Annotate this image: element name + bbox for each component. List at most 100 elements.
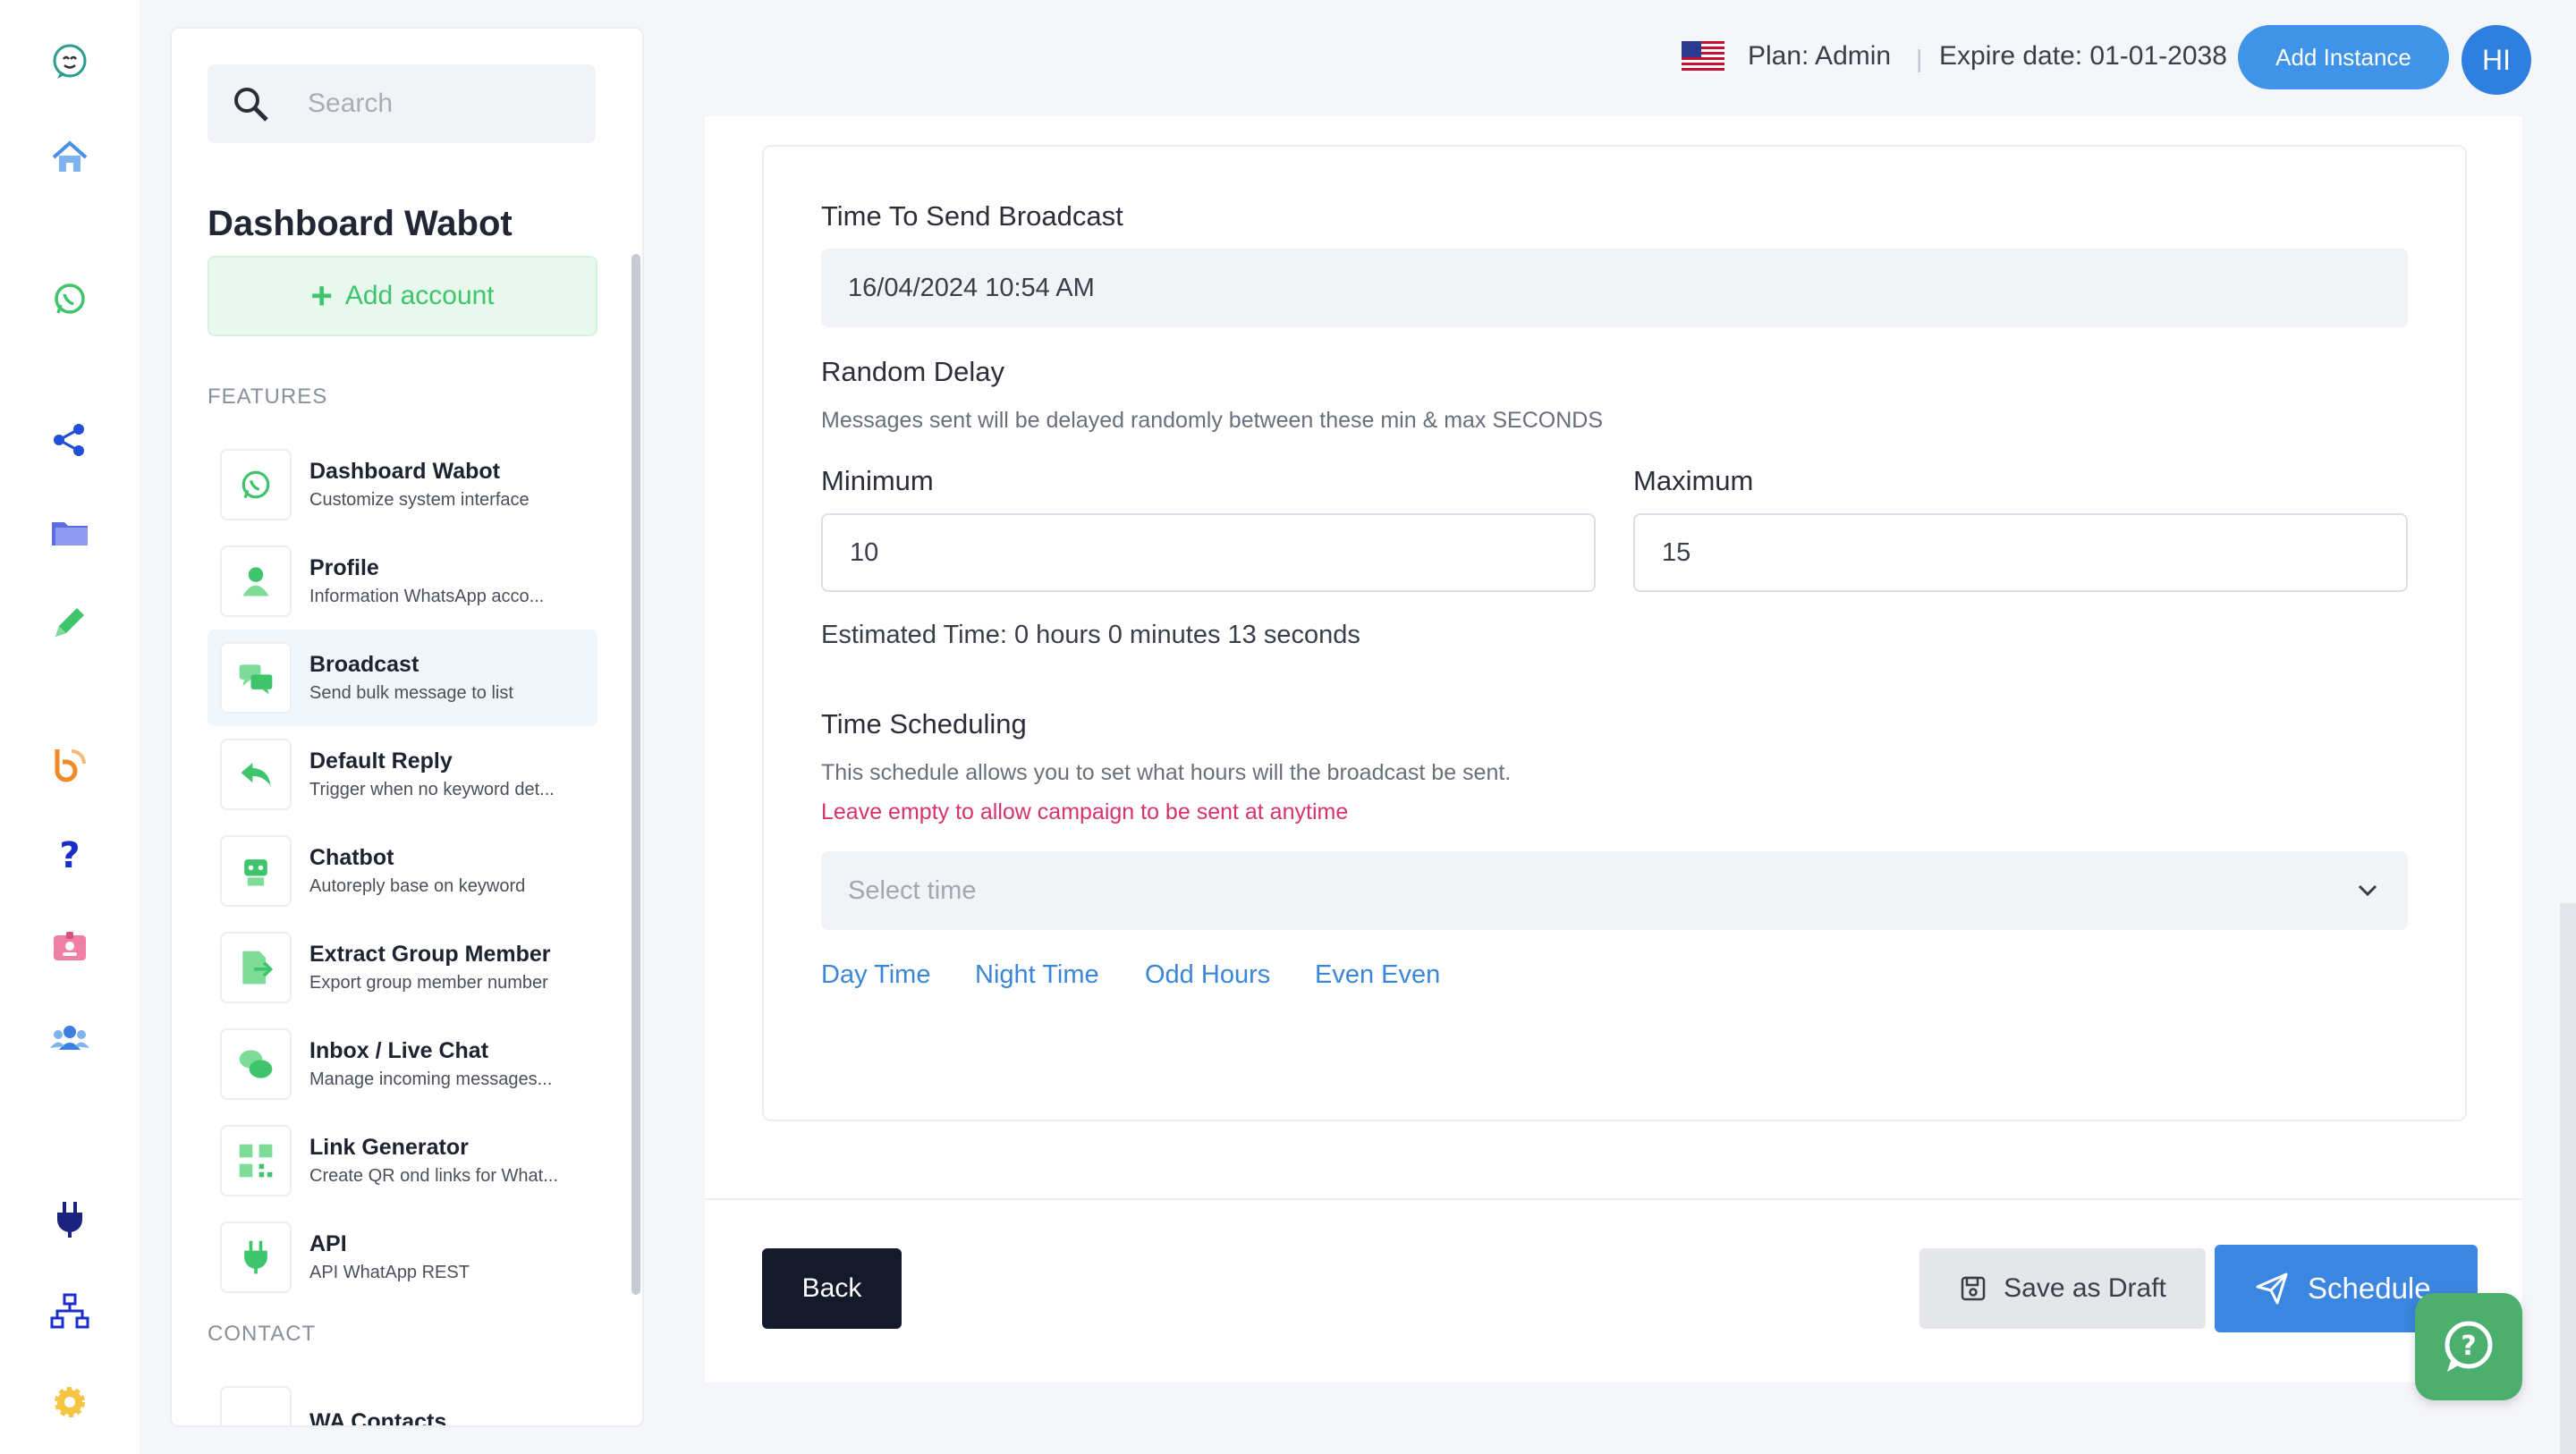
sidebar-scrollbar[interactable]: [631, 254, 640, 1295]
id-badge-icon[interactable]: [39, 916, 100, 976]
save-draft-label: Save as Draft: [2004, 1273, 2166, 1303]
time-scheduling-hint: This schedule allows you to set what hou…: [821, 760, 1512, 785]
select-time-dropdown[interactable]: Select time: [821, 851, 2408, 930]
add-instance-button[interactable]: Add Instance: [2238, 25, 2449, 89]
sidebar-item-api[interactable]: API API WhatApp REST: [208, 1209, 597, 1306]
schedule-label: Schedule: [2308, 1272, 2431, 1305]
icon-rail: ?: [0, 0, 140, 1454]
random-delay-hint: Messages sent will be delayed randomly b…: [821, 408, 1604, 433]
minimum-label: Minimum: [821, 465, 934, 496]
svg-text:?: ?: [59, 835, 80, 876]
select-time-placeholder: Select time: [848, 875, 977, 905]
estimated-time: Estimated Time: 0 hours 0 minutes 13 sec…: [821, 621, 1360, 649]
sidebar-item-subtitle: Trigger when no keyword det...: [309, 780, 555, 799]
sidebar-item-extract-group[interactable]: Extract Group Member Export group member …: [208, 919, 597, 1016]
sidebar-item-subtitle: API WhatApp REST: [309, 1263, 470, 1282]
add-account-label: Add account: [344, 281, 495, 310]
sidebar-item-title: WA Contacts: [309, 1408, 447, 1427]
sidebar-item-subtitle: Create QR ond links for What...: [309, 1166, 558, 1186]
avatar[interactable]: HI: [2462, 25, 2531, 95]
sidebar-item-subtitle: Autoreply base on keyword: [309, 876, 526, 896]
chevron-down-icon: [2358, 884, 2377, 897]
sidebar-item-title: Link Generator: [309, 1135, 469, 1160]
search-box[interactable]: [208, 64, 596, 143]
sidebar-item-title: Extract Group Member: [309, 942, 551, 967]
sidebar-item-title: Profile: [309, 555, 379, 580]
sidebar-item-chatbot[interactable]: Chatbot Autoreply base on keyword: [208, 823, 597, 919]
quick-odd-hours[interactable]: Odd Hours: [1145, 960, 1270, 990]
sidebar-item-wa-contacts[interactable]: WA Contacts: [220, 1386, 447, 1427]
time-scheduling-label: Time Scheduling: [821, 708, 1027, 740]
folder-icon[interactable]: [39, 501, 100, 562]
contacts-icon: [220, 1386, 292, 1425]
sidebar-item-subtitle: Send bulk message to list: [309, 683, 513, 703]
time-scheduling-warning: Leave empty to allow campaign to be sent…: [821, 799, 1349, 824]
sidebar-item-title: Broadcast: [309, 652, 419, 677]
us-flag-icon[interactable]: [1682, 41, 1724, 73]
minimum-input[interactable]: 10: [821, 513, 1596, 592]
share-nodes-icon[interactable]: [39, 410, 100, 470]
sidebar-title: Dashboard Wabot: [208, 204, 513, 243]
back-button[interactable]: Back: [762, 1248, 902, 1329]
logo-icon[interactable]: [39, 32, 100, 93]
plus-icon: +: [310, 275, 333, 317]
search-icon: [234, 88, 268, 122]
topbar-divider: |: [1916, 45, 1923, 72]
add-account-button[interactable]: + Add account: [208, 256, 597, 336]
sidebar-item-title: Chatbot: [309, 845, 394, 870]
sidebar-item-subtitle: Export group member number: [309, 973, 548, 993]
blog-icon[interactable]: [39, 733, 100, 794]
maximum-label: Maximum: [1633, 465, 1754, 496]
home-icon[interactable]: [39, 127, 100, 188]
time-to-send-input[interactable]: 16/04/2024 10:54 AM: [821, 249, 2408, 327]
comments-icon: [220, 1028, 292, 1100]
quick-even-even[interactable]: Even Even: [1315, 960, 1440, 990]
gear-icon[interactable]: [39, 1372, 100, 1433]
random-delay-label: Random Delay: [821, 356, 1005, 387]
plug-icon[interactable]: [39, 1189, 100, 1250]
sidebar-item-dashboard[interactable]: Dashboard Wabot Customize system interfac…: [208, 436, 597, 533]
sidebar-item-title: Default Reply: [309, 748, 453, 773]
features-section-label: FEATURES: [208, 385, 328, 409]
help-chat-icon: ?: [2445, 1321, 2493, 1372]
sidebar-item-link-generator[interactable]: Link Generator Create QR ond links for Wh…: [208, 1112, 597, 1209]
page-scrollbar[interactable]: [2560, 903, 2576, 1454]
expire-date: Expire date: 01-01-2038: [1939, 41, 2227, 71]
users-icon[interactable]: [39, 1007, 100, 1068]
sidebar-item-title: Dashboard Wabot: [309, 459, 500, 484]
sidebar-item-subtitle: Manage incoming messages...: [309, 1069, 553, 1089]
whatsapp-icon[interactable]: [39, 268, 100, 329]
sidebar-item-subtitle: Customize system interface: [309, 490, 530, 510]
sidebar-item-subtitle: Information WhatsApp acco...: [309, 587, 545, 606]
sidebar-item-broadcast[interactable]: Broadcast Send bulk message to list: [208, 630, 597, 726]
sidebar-item-inbox[interactable]: Inbox / Live Chat Manage incoming message…: [208, 1016, 597, 1112]
user-icon: [220, 545, 292, 617]
svg-text:?: ?: [2461, 1331, 2476, 1362]
question-icon[interactable]: ?: [39, 824, 100, 885]
plug-icon: [220, 1222, 292, 1293]
quick-night-time[interactable]: Night Time: [975, 960, 1099, 990]
time-to-send-label: Time To Send Broadcast: [821, 200, 1123, 232]
export-file-icon: [220, 932, 292, 1003]
network-icon[interactable]: [39, 1281, 100, 1341]
feature-list: Dashboard Wabot Customize system interfac…: [208, 436, 597, 1306]
save-draft-button[interactable]: Save as Draft: [1919, 1248, 2206, 1329]
sidebar-item-title: API: [309, 1231, 347, 1256]
sidebar-item-title: Inbox / Live Chat: [309, 1038, 489, 1063]
search-input[interactable]: [308, 89, 576, 119]
reply-icon: [220, 739, 292, 810]
floppy-disk-icon: [1961, 1276, 1986, 1301]
whatsapp-icon: [220, 449, 292, 520]
qr-code-icon: [220, 1125, 292, 1196]
edit-pencil-icon[interactable]: [39, 592, 100, 653]
feature-sidebar: Dashboard Wabot + Add account FEATURES D…: [170, 27, 644, 1427]
contact-section-label: CONTACT: [208, 1322, 317, 1346]
maximum-input[interactable]: 15: [1633, 513, 2408, 592]
paper-plane-icon: [2256, 1272, 2288, 1305]
sidebar-item-default-reply[interactable]: Default Reply Trigger when no keyword det…: [208, 726, 597, 823]
sidebar-item-profile[interactable]: Profile Information WhatsApp acco...: [208, 533, 597, 630]
chat-bubbles-icon: [220, 642, 292, 714]
quick-day-time[interactable]: Day Time: [821, 960, 930, 990]
robot-icon: [220, 835, 292, 907]
help-chat-button[interactable]: ?: [2415, 1293, 2522, 1400]
